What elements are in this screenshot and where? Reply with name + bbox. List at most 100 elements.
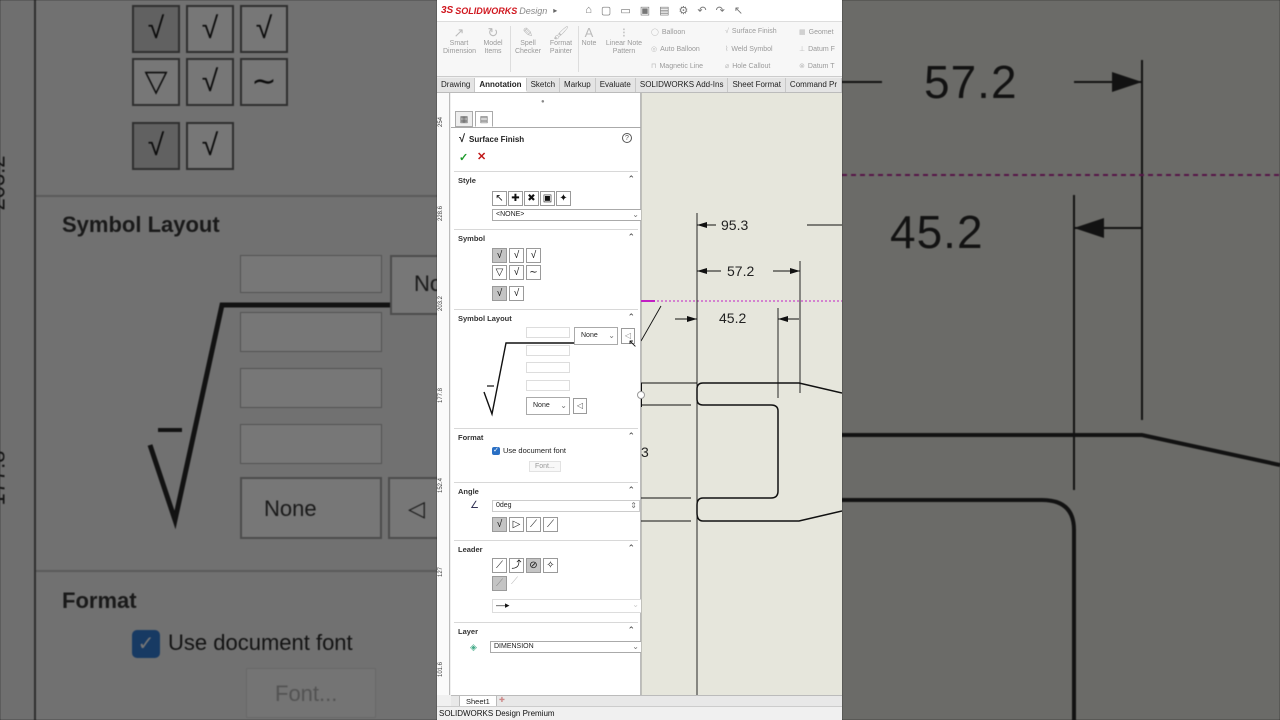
angle-perpendicular-icon[interactable]: ⟋ <box>526 517 541 532</box>
symbol-jis-basic-icon[interactable]: ▽ <box>492 265 507 280</box>
collapse-chevron-icon[interactable]: ⌃ <box>627 543 635 554</box>
arrow-style-select[interactable]: —▸ ⌄ <box>492 599 642 613</box>
redo-icon[interactable]: ↷ <box>716 4 725 17</box>
surface-finish-button[interactable]: √ Surface Finish <box>725 28 777 35</box>
collapse-chevron-icon[interactable]: ⌃ <box>627 431 635 442</box>
leader-none-icon[interactable]: ⊘ <box>526 558 541 573</box>
new-file-icon[interactable]: ▢ <box>601 4 611 17</box>
undo-icon[interactable]: ↶ <box>697 4 706 17</box>
add-sheet-icon[interactable]: ✚ <box>499 696 505 704</box>
tab-command-pr[interactable]: Command Pr <box>786 78 842 92</box>
drawing-canvas[interactable]: 95.3 57.2 45.2 3 <box>637 93 842 695</box>
symbol-jis-machining-icon[interactable]: √ <box>509 265 524 280</box>
tab-evaluate[interactable]: Evaluate <box>596 78 636 92</box>
style-header: Style <box>458 176 476 185</box>
dimension-partial[interactable]: 3 <box>641 444 649 460</box>
geometric-tolerance-button[interactable]: ▦ Geomet <box>799 28 834 36</box>
balloon-button[interactable]: ◯ Balloon <box>651 28 685 36</box>
tab-markup[interactable]: Markup <box>560 78 596 92</box>
tab-sketch[interactable]: Sketch <box>527 78 561 92</box>
collapse-chevron-icon[interactable]: ⌃ <box>627 625 635 636</box>
spell-checker-icon: ✎ <box>522 25 534 40</box>
print-icon[interactable]: ▤ <box>659 4 669 17</box>
angle-input[interactable]: 0deg ⇕ <box>492 500 640 512</box>
model-items-icon: ↻ <box>487 25 499 40</box>
hole-callout-button[interactable]: ⌀ Hole Callout <box>725 62 770 70</box>
open-folder-icon[interactable]: ▭ <box>620 4 630 17</box>
use-document-font-checkbox[interactable]: ✓ <box>492 447 500 455</box>
style-select[interactable]: <NONE> ⌄ <box>492 209 642 221</box>
style-delete-icon[interactable]: ✖ <box>524 191 539 206</box>
tab-sheet-format[interactable]: Sheet Format <box>728 78 786 92</box>
font-button[interactable]: Font... <box>529 461 561 472</box>
brand-design: Design <box>519 5 548 16</box>
collapse-chevron-icon[interactable]: ⌃ <box>627 485 635 496</box>
mouse-cursor-icon: ↖ <box>628 338 638 350</box>
format-section: Format ⌃ ✓ Use document font Font... <box>454 428 638 480</box>
leader-perpendicular-icon[interactable]: ⟋ <box>492 576 507 591</box>
tab-annotation[interactable]: Annotation <box>475 78 527 92</box>
dimension-45-2[interactable]: 45.2 <box>719 310 746 326</box>
style-save-icon[interactable]: ▣ <box>540 191 555 206</box>
options-gear-icon[interactable]: ⚙ <box>679 4 689 17</box>
drag-handle[interactable] <box>637 391 645 399</box>
symbol-header: Symbol <box>458 234 486 243</box>
angle-upright-icon[interactable]: √ <box>492 517 507 532</box>
symbol-jis-no-machining-icon[interactable]: ∼ <box>526 265 541 280</box>
menu-arrow-icon[interactable]: ▸ <box>553 6 557 15</box>
home-icon[interactable]: ⌂ <box>585 4 592 17</box>
dimension-95-3[interactable]: 95.3 <box>719 217 751 233</box>
collapse-chevron-icon[interactable]: ⌃ <box>627 312 635 323</box>
help-icon[interactable]: ? <box>622 133 632 143</box>
angle-rotate-90-icon[interactable]: ▷ <box>509 517 524 532</box>
leader-straight-icon[interactable]: ⟋ <box>492 558 507 573</box>
format-painter-button[interactable]: 🖌 Format Painter <box>545 26 577 56</box>
datum-target-button[interactable]: ⊗ Datum T <box>799 62 835 70</box>
angle-perpendicular-reverse-icon[interactable]: ⟋ <box>543 517 558 532</box>
command-tabs: Drawing Annotation Sketch Markup Evaluat… <box>437 78 842 93</box>
brand-name: SOLIDWORKS <box>455 5 518 16</box>
layout-text-field[interactable] <box>526 327 570 338</box>
leader-auto-icon[interactable]: ✧ <box>543 558 558 573</box>
layout-combo-bottom[interactable]: None ⌄ <box>526 397 570 415</box>
ok-check-icon[interactable]: ✓ <box>459 151 468 164</box>
cancel-x-icon[interactable]: ✕ <box>477 150 486 163</box>
magnetic-line-button[interactable]: ⊓ Magnetic Line <box>651 62 703 70</box>
symbol-all-around-icon[interactable]: √ <box>509 286 524 301</box>
dimension-57-2[interactable]: 57.2 <box>727 263 754 279</box>
model-items-button[interactable]: ↻ Model Items <box>479 26 507 56</box>
layout-combo-top[interactable]: None ⌄ <box>574 327 618 345</box>
property-manager: ● ▦ ▤ √ Surface Finish ? ✓ ✕ Style ⌃ ↖ ✚… <box>451 93 642 695</box>
feature-manager-tab-icon[interactable]: ▦ <box>455 111 473 127</box>
collapse-chevron-icon[interactable]: ⌃ <box>627 232 635 243</box>
linear-note-pattern-icon: ⁝ <box>621 25 627 40</box>
symbol-machining-required-icon[interactable]: √ <box>509 248 524 263</box>
bg-ruler-label: 203.2 <box>0 155 10 211</box>
tab-drawing[interactable]: Drawing <box>437 78 476 92</box>
tab-addins[interactable]: SOLIDWORKS Add-Ins <box>636 78 729 92</box>
auto-balloon-button[interactable]: ◎ Auto Balloon <box>651 45 700 53</box>
datum-feature-button[interactable]: ⊥ Datum F <box>799 45 835 53</box>
weld-symbol-button[interactable]: ⌇ Weld Symbol <box>725 45 773 53</box>
spell-checker-button[interactable]: ✎ Spell Checker <box>513 26 543 56</box>
symbol-basic-icon[interactable]: √ <box>492 248 507 263</box>
weld-symbol-icon: ⌇ <box>725 46 729 53</box>
linear-note-pattern-button[interactable]: ⁝ Linear Note Pattern <box>603 26 645 56</box>
symbol-machining-prohibited-icon[interactable]: √ <box>526 248 541 263</box>
layer-header: Layer <box>458 627 479 636</box>
collapse-chevron-icon[interactable]: ⌃ <box>627 174 635 185</box>
style-apply-default-icon[interactable]: ↖ <box>492 191 507 206</box>
panel-grip-icon[interactable]: ● <box>541 99 545 105</box>
symbol-local-icon[interactable]: √ <box>492 286 507 301</box>
style-load-icon[interactable]: ✦ <box>556 191 571 206</box>
layer-select[interactable]: DIMENSION ⌄ <box>490 641 642 653</box>
select-pointer-icon[interactable]: ↖ <box>734 4 743 17</box>
smart-dimension-button[interactable]: ↗ Smart Dimension <box>443 26 476 56</box>
note-button[interactable]: A Note <box>579 26 599 48</box>
save-icon[interactable]: ▣ <box>640 4 650 17</box>
property-manager-tab-icon[interactable]: ▤ <box>475 111 493 127</box>
layout-arrow-button-2[interactable]: ◁ <box>573 398 587 414</box>
leader-bent-icon[interactable]: ⤴ <box>509 558 524 573</box>
title-bar: 3S SOLIDWORKS Design ▸ ⌂ ▢ ▭ ▣ ▤ ⚙ ↶ ↷ ↖ <box>437 0 842 22</box>
style-add-icon[interactable]: ✚ <box>508 191 523 206</box>
